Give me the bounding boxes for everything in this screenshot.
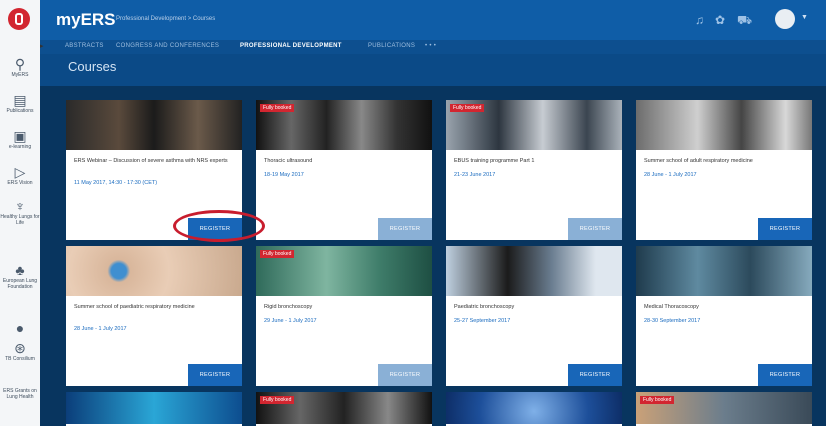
sidebar-item-elearning[interactable]: ▣ e-learning — [0, 128, 40, 150]
course-card[interactable]: Summer school of paediatric respiratory … — [66, 246, 242, 386]
play-icon: ▷ — [14, 164, 26, 180]
page-header: Courses — [40, 54, 826, 86]
course-image — [636, 100, 812, 150]
course-card[interactable]: Summer school of adult respiratory medic… — [636, 100, 812, 240]
sidebar-toggle-icon[interactable]: ▸ — [40, 42, 44, 50]
page-title: Courses — [68, 59, 117, 74]
course-card[interactable]: Fully booked — [636, 392, 812, 426]
annotation-ellipse — [173, 210, 265, 242]
sidebar-item-globe[interactable]: ● — [0, 320, 40, 336]
course-image — [446, 392, 622, 424]
course-card[interactable]: Fully booked EBUS training programme Par… — [446, 100, 622, 240]
sidebar-item-grants[interactable]: ERS Grants on Lung Health — [0, 388, 40, 400]
course-grid: ERS Webinar – Discussion of severe asthm… — [40, 86, 826, 426]
fully-booked-badge: Fully booked — [260, 396, 295, 404]
sidebar-item-healthy-lungs[interactable]: ♆ Healthy Lungs for Life — [0, 198, 40, 226]
register-button[interactable]: REGISTER — [758, 218, 812, 240]
sidebar-item-elf[interactable]: ♣ European Lung Foundation — [0, 262, 40, 290]
nav-abstracts[interactable]: ABSTRACTS — [65, 43, 104, 49]
lungs-icon: ♆ — [14, 198, 26, 214]
cart-icon[interactable]: ⛟ — [737, 13, 752, 29]
settings-icon[interactable]: ✿ — [715, 13, 725, 27]
ers-logo[interactable] — [8, 8, 30, 30]
sidebar-item-ers-vision[interactable]: ▷ ERS Vision — [0, 164, 40, 186]
course-image — [636, 246, 812, 296]
course-card[interactable]: Fully booked — [256, 392, 432, 426]
nav-professional-development[interactable]: PROFESSIONAL DEVELOPMENT — [240, 43, 342, 49]
globe-network-icon: ⊛ — [14, 340, 26, 356]
course-card[interactable]: Medical Thoracoscopy 28-30 September 201… — [636, 246, 812, 386]
register-button[interactable]: REGISTER — [758, 364, 812, 386]
nav-publications[interactable]: PUBLICATIONS — [368, 43, 415, 49]
chevron-down-icon[interactable]: ▼ — [801, 14, 808, 21]
course-card[interactable] — [66, 392, 242, 426]
book-icon: ▤ — [13, 92, 27, 108]
sidebar-item-tb-consilium[interactable]: ⊛ TB Consilium — [0, 340, 40, 362]
register-button[interactable]: REGISTER — [378, 218, 432, 240]
globe-icon: ● — [15, 320, 25, 336]
fully-booked-badge: Fully booked — [640, 396, 675, 404]
avatar[interactable] — [775, 9, 795, 29]
fully-booked-badge: Fully booked — [450, 104, 485, 112]
brand-logo[interactable]: myERS — [56, 10, 116, 30]
register-button[interactable]: REGISTER — [568, 364, 622, 386]
course-card[interactable]: Paediatric bronchoscopy 25-27 September … — [446, 246, 622, 386]
person-icon: ⚲ — [14, 56, 26, 72]
main-nav: ABSTRACTS CONGRESS AND CONFERENCES PROFE… — [40, 40, 826, 54]
bell-icon[interactable]: ♫ — [695, 13, 704, 27]
nav-congress[interactable]: CONGRESS AND CONFERENCES — [116, 43, 219, 49]
fully-booked-badge: Fully booked — [260, 104, 295, 112]
sidebar-item-myers[interactable]: ⚲ MyERS — [0, 56, 40, 78]
fully-booked-badge: Fully booked — [260, 250, 295, 258]
top-bar: myERS Professional Development > Courses… — [40, 0, 826, 40]
course-image — [66, 100, 242, 150]
course-card[interactable]: Fully booked Rigid bronchoscopy 29 June … — [256, 246, 432, 386]
nav-more[interactable]: • • • — [425, 43, 436, 49]
course-card[interactable] — [446, 392, 622, 426]
course-card[interactable]: Fully booked Thoracic ultrasound 18-19 M… — [256, 100, 432, 240]
register-button[interactable]: REGISTER — [188, 364, 242, 386]
register-button[interactable]: REGISTER — [568, 218, 622, 240]
sidebar-item-publications[interactable]: ▤ Publications — [0, 92, 40, 114]
register-button[interactable]: REGISTER — [378, 364, 432, 386]
tree-icon: ♣ — [15, 262, 25, 278]
left-sidebar: ⚲ MyERS ▤ Publications ▣ e-learning ▷ ER… — [0, 0, 41, 426]
course-image — [66, 246, 242, 296]
breadcrumb: Professional Development > Courses — [116, 16, 216, 22]
course-image — [66, 392, 242, 424]
course-image — [446, 246, 622, 296]
monitor-icon: ▣ — [13, 128, 27, 144]
